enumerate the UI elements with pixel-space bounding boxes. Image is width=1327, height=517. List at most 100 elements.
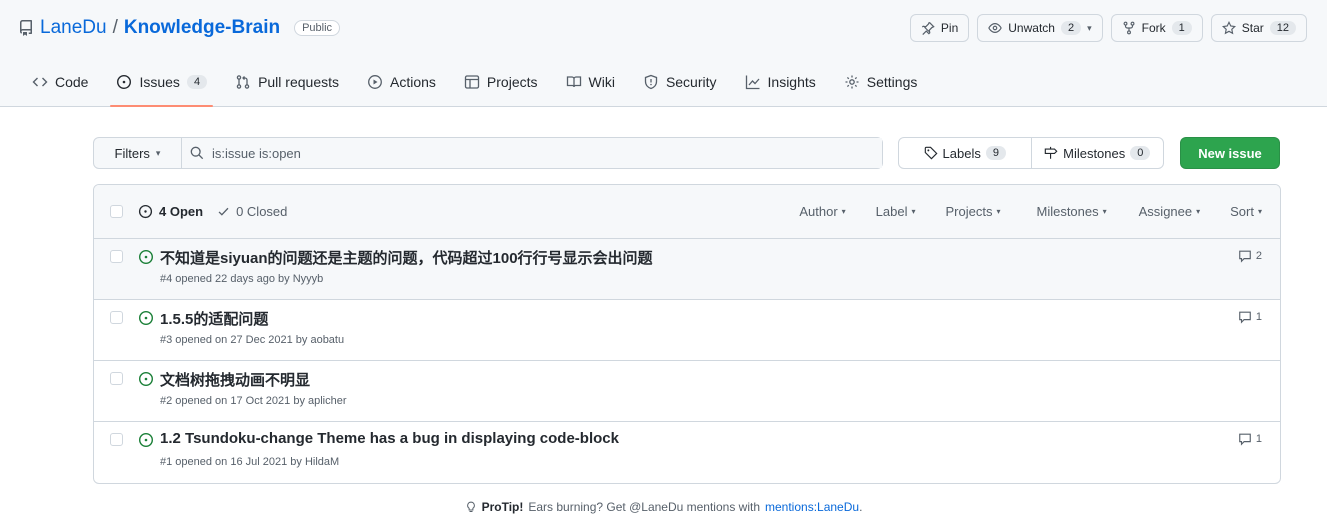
shield-icon [644, 74, 658, 90]
assignee-filter[interactable]: Assignee ▾ [1139, 204, 1201, 219]
filters-dropdown[interactable]: Filters ▾ [94, 138, 182, 168]
visibility-badge: Public [294, 20, 341, 36]
tab-actions-label: Actions [390, 74, 436, 90]
new-issue-button[interactable]: New issue [1180, 137, 1280, 169]
comment-count: 1 [1255, 311, 1262, 323]
issue-meta: #2 opened on 17 Oct 2021 by aplicher [160, 395, 347, 407]
tab-security[interactable]: Security [629, 62, 731, 102]
sort-filter[interactable]: Sort ▾ [1230, 204, 1262, 219]
tab-issues-label: Issues [139, 74, 180, 90]
issue-opened-icon [138, 204, 153, 219]
repo-owner-link[interactable]: LaneDu [40, 17, 107, 39]
pin-label: Pin [940, 21, 959, 35]
star-button[interactable]: Star 12 [1210, 14, 1307, 42]
issue-checkbox[interactable] [110, 433, 123, 446]
tab-insights-label: Insights [767, 74, 816, 90]
issue-row: 1.5.5的适配问题 #3 opened on 27 Dec 2021 by a… [94, 300, 1280, 361]
author-filter-label: Author [799, 204, 838, 219]
comments-link[interactable]: 2 [1238, 249, 1262, 263]
tab-projects[interactable]: Projects [450, 62, 552, 102]
repo-title: LaneDu / Knowledge-Brain Public [18, 14, 341, 42]
repo-tabs: Code Issues 4 Pull requests Actions Proj… [18, 62, 931, 107]
protip: ProTip! Ears burning? Get @LaneDu mentio… [0, 500, 1327, 514]
tab-actions[interactable]: Actions [353, 62, 450, 102]
repo-separator: / [112, 17, 118, 38]
closed-issues-link[interactable]: 0 Closed [217, 204, 287, 219]
labels-count: 9 [985, 146, 1006, 160]
check-icon [218, 207, 229, 216]
milestones-filter-label: Milestones [1036, 204, 1099, 219]
issue-list: 4 Open 0 Closed Author ▾ Label ▾ Projects ▾… [93, 184, 1281, 484]
tab-pull-requests[interactable]: Pull requests [221, 62, 353, 102]
filters-label: Filters [114, 145, 150, 161]
issue-meta: #4 opened 22 days ago by Nyyyb [160, 273, 324, 285]
tab-wiki[interactable]: Wiki [552, 62, 629, 102]
unwatch-button[interactable]: Unwatch 2 ▾ [977, 14, 1103, 42]
issue-meta: #3 opened on 27 Dec 2021 by aobatu [160, 334, 345, 346]
author-filter[interactable]: Author ▾ [799, 204, 845, 219]
fork-label: Fork [1141, 21, 1166, 35]
issue-checkbox[interactable] [110, 311, 123, 324]
issues-toolbar: Filters ▾ Labels 9 Milestones 0 New issu… [93, 137, 1281, 169]
chevron-down-icon: ▾ [155, 147, 161, 158]
chevron-down-icon: ▾ [1087, 22, 1092, 33]
issue-title-link[interactable]: 文档树拖拽动画不明显 [160, 369, 310, 390]
labels-button[interactable]: Labels 9 [899, 138, 1031, 168]
light-bulb-icon [466, 501, 475, 512]
labels-label: Labels [942, 145, 981, 161]
milestones-button[interactable]: Milestones 0 [1030, 138, 1164, 168]
search-field[interactable] [182, 138, 882, 168]
search-input[interactable] [212, 145, 812, 161]
issue-state-toggle: 4 Open 0 Closed [138, 204, 287, 219]
chevron-down-icon: ▾ [911, 207, 916, 216]
issue-title-link[interactable]: 1.5.5的适配问题 [160, 308, 268, 329]
table-icon [464, 75, 480, 89]
pin-button[interactable]: Pin [909, 14, 970, 42]
issue-title-link[interactable]: 1.2 Tsundoku-change Theme has a bug in d… [160, 430, 619, 447]
comments-link[interactable]: 1 [1238, 310, 1262, 324]
comment-count: 2 [1255, 250, 1262, 262]
tag-icon [924, 146, 938, 160]
code-icon [32, 77, 48, 87]
issue-checkbox[interactable] [110, 250, 123, 263]
fork-button[interactable]: Fork 1 [1110, 14, 1203, 42]
milestone-icon [1044, 146, 1058, 159]
open-issues-link[interactable]: 4 Open [138, 204, 203, 219]
tab-code[interactable]: Code [18, 62, 102, 102]
fork-count: 1 [1171, 21, 1192, 35]
projects-filter-label: Projects [945, 204, 993, 219]
tab-insights[interactable]: Insights [731, 62, 830, 102]
issue-opened-icon [117, 74, 132, 90]
assignee-filter-label: Assignee [1138, 204, 1193, 219]
issue-opened-icon [138, 310, 154, 326]
gear-icon [845, 75, 859, 89]
open-issues-label: 4 Open [159, 204, 204, 219]
protip-text: Ears burning? Get @LaneDu mentions with [528, 500, 760, 514]
projects-filter[interactable]: Projects ▾ [946, 204, 1001, 219]
issue-list-header: 4 Open 0 Closed Author ▾ Label ▾ Projects ▾… [94, 185, 1280, 239]
tab-issues[interactable]: Issues 4 [102, 62, 221, 107]
label-filter[interactable]: Label ▾ [876, 204, 916, 219]
repo-name-link[interactable]: Knowledge-Brain [124, 17, 280, 39]
issue-checkbox[interactable] [110, 372, 123, 385]
tab-settings[interactable]: Settings [830, 62, 932, 102]
tab-issues-count: 4 [186, 75, 208, 89]
select-all-checkbox[interactable] [110, 205, 123, 218]
tab-settings-label: Settings [866, 74, 918, 90]
mentions-link[interactable]: mentions:LaneDu [765, 500, 859, 514]
book-icon [566, 76, 581, 88]
eye-icon [988, 23, 1003, 33]
comments-link[interactable]: 1 [1238, 432, 1262, 446]
play-icon [368, 75, 382, 89]
issue-opened-icon [138, 249, 154, 265]
issue-row: 1.2 Tsundoku-change Theme has a bug in d… [94, 422, 1280, 483]
repo-icon [18, 20, 34, 36]
comment-count: 1 [1255, 433, 1262, 445]
unwatch-label: Unwatch [1008, 21, 1055, 35]
issue-title-link[interactable]: 不知道是siyuan的问题还是主题的问题，代码超过100行行号显示会出问题 [160, 247, 653, 268]
issue-opened-icon [138, 371, 154, 387]
tab-pull-requests-label: Pull requests [258, 74, 339, 90]
fork-icon [1123, 21, 1135, 35]
list-filters: Author ▾ Label ▾ Projects ▾ Milestones ▾ Ass… [799, 204, 1262, 219]
milestones-filter[interactable]: Milestones ▾ [1036, 204, 1106, 219]
